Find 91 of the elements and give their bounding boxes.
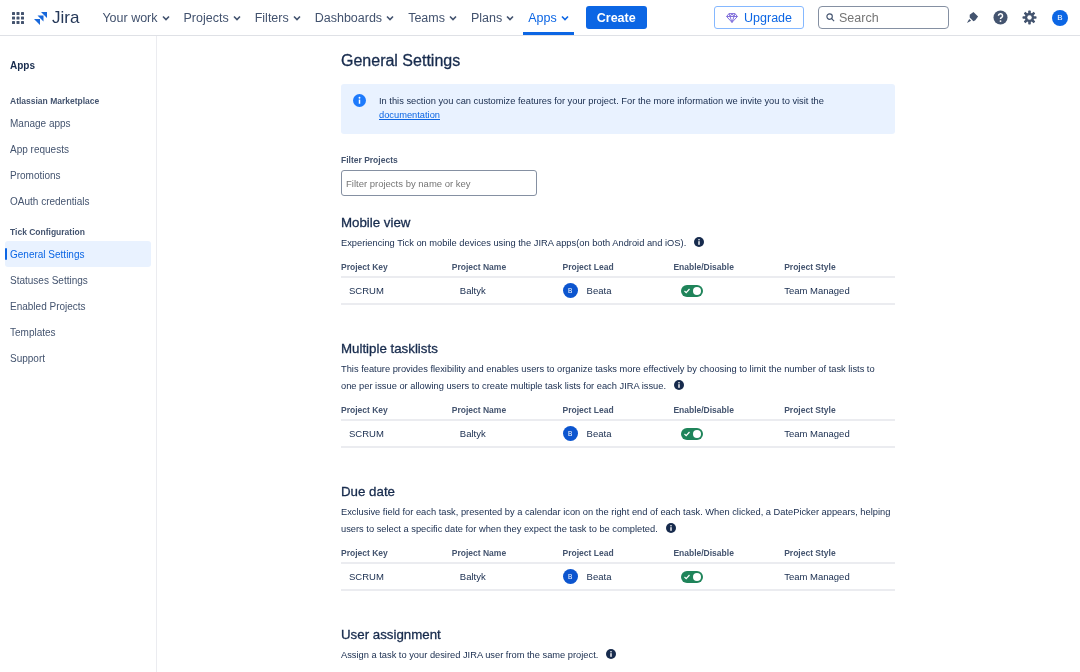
search-icon <box>826 13 835 22</box>
nav-tab[interactable]: Dashboards <box>309 0 400 35</box>
toggle-switch[interactable] <box>681 427 704 440</box>
logo-icon <box>34 10 48 25</box>
chevron-down-icon <box>292 14 301 21</box>
section-title: Due date <box>341 484 396 499</box>
nav-tab[interactable]: Filters <box>249 0 306 35</box>
page-title: General Settings <box>341 52 462 70</box>
column-header: Project Style <box>784 405 836 415</box>
column-header: Enable/Disable <box>673 548 734 558</box>
toggle-switch[interactable] <box>681 570 704 583</box>
column-header: Enable/Disable <box>673 405 734 415</box>
sidebar-item[interactable]: Templates <box>5 319 151 345</box>
sidebar-title: Apps <box>9 60 36 71</box>
column-header: Project Key <box>341 405 388 415</box>
create-button[interactable]: Create <box>585 6 647 29</box>
section-title: Multiple tasklists <box>341 341 439 356</box>
sidebar-item[interactable]: Support <box>5 345 151 371</box>
column-header: Project Style <box>784 548 836 558</box>
column-header: Project Lead <box>562 548 614 558</box>
column-header: Project Name <box>451 405 507 415</box>
check-icon <box>684 573 691 580</box>
column-header: Project Key <box>341 262 388 272</box>
nav-tab[interactable]: Projects <box>178 0 246 35</box>
sidebar-item[interactable]: OAuth credentials <box>5 188 151 214</box>
info-icon[interactable] <box>665 523 676 533</box>
table-cell: Baltyk <box>459 571 486 582</box>
table-cell: Team Managed <box>784 428 850 439</box>
documentation-link[interactable]: documentation <box>379 110 440 120</box>
section-title: Mobile view <box>341 215 412 230</box>
table-cell: Beata <box>586 428 612 439</box>
sidebar-heading: Atlassian Marketplace <box>9 96 101 106</box>
column-header: Project Style <box>784 262 836 272</box>
chevron-down-icon <box>560 14 569 21</box>
upgrade-button[interactable]: Upgrade <box>714 6 804 29</box>
user-avatar[interactable]: B <box>1052 9 1068 26</box>
table-cell: SCRUM <box>349 428 384 439</box>
table-cell: Team Managed <box>784 285 850 296</box>
chevron-down-icon <box>386 14 395 21</box>
info-text: In this section you can customize features for your project. For the more information we invite you to visit the documentation <box>379 95 825 122</box>
section-description: Assign a task to your desired JIRA user from the same project. <box>341 650 599 660</box>
chevron-down-icon <box>232 14 241 21</box>
info-icon[interactable] <box>694 237 705 247</box>
sidebar-item[interactable]: Manage apps <box>5 110 151 136</box>
chevron-down-icon <box>161 14 170 21</box>
sidebar-item[interactable]: Enabled Projects <box>5 293 151 319</box>
check-icon <box>684 430 691 437</box>
column-header: Enable/Disable <box>673 262 734 272</box>
table-cell: SCRUM <box>349 571 384 582</box>
sidebar-item[interactable]: Promotions <box>5 162 151 188</box>
table-cell: SCRUM <box>349 285 384 296</box>
table-cell: Team Managed <box>784 571 850 582</box>
chevron-down-icon <box>448 14 457 21</box>
column-header: Project Name <box>451 548 507 558</box>
nav-tab[interactable]: Apps <box>523 0 574 35</box>
section-description: Experiencing Tick on mobile devices using the JIRA apps(on both Android and iOS). <box>341 238 687 248</box>
field-label: Filter Projects <box>341 155 399 165</box>
table-cell: Baltyk <box>459 285 486 296</box>
info-icon[interactable] <box>606 649 617 659</box>
notification-icon[interactable] <box>966 11 979 24</box>
section-title: User assignment <box>341 627 442 642</box>
column-header: Project Name <box>451 262 507 272</box>
product-name: Jira <box>52 7 80 28</box>
nav-tab[interactable]: Teams <box>403 0 462 35</box>
nav-tab[interactable]: Your work <box>97 0 175 35</box>
toggle-switch[interactable] <box>681 284 704 297</box>
nav-tab[interactable]: Plans <box>465 0 520 35</box>
section-description: Exclusive field for each task, presented by a calendar icon on the right end of each task. When clicked, a DatePicker appears, helping <box>341 507 891 517</box>
section-description: one per issue or allowing users to create multiple task lists for each JIRA issue. <box>341 381 667 391</box>
sidebar-item[interactable]: App requests <box>5 136 151 162</box>
sidebar-heading: Tick Configuration <box>9 227 86 237</box>
info-icon <box>353 94 366 107</box>
search-field[interactable]: Search <box>818 6 949 29</box>
check-icon <box>684 287 691 294</box>
filter-field[interactable]: Filter projects by name or key <box>341 170 537 196</box>
table-cell: Baltyk <box>459 428 486 439</box>
table-cell: Beata <box>586 571 612 582</box>
section-description: users to select a specific date for when they expect the task to be completed. <box>341 524 658 534</box>
table-cell: Beata <box>586 285 612 296</box>
info-icon[interactable] <box>674 380 685 390</box>
settings-icon[interactable] <box>1022 10 1037 25</box>
sidebar-item[interactable]: General Settings <box>5 241 151 267</box>
gem-icon <box>726 12 739 23</box>
section-description: This feature provides flexibility and enables users to organize tasks more effectively by choosing to limit the number of task lists to <box>341 364 875 374</box>
column-header: Project Lead <box>562 262 614 272</box>
chevron-down-icon <box>506 14 515 21</box>
column-header: Project Key <box>341 548 388 558</box>
help-icon[interactable] <box>993 10 1008 25</box>
app-switcher-icon[interactable] <box>12 11 24 24</box>
sidebar-item[interactable]: Statuses Settings <box>5 267 151 293</box>
column-header: Project Lead <box>562 405 614 415</box>
